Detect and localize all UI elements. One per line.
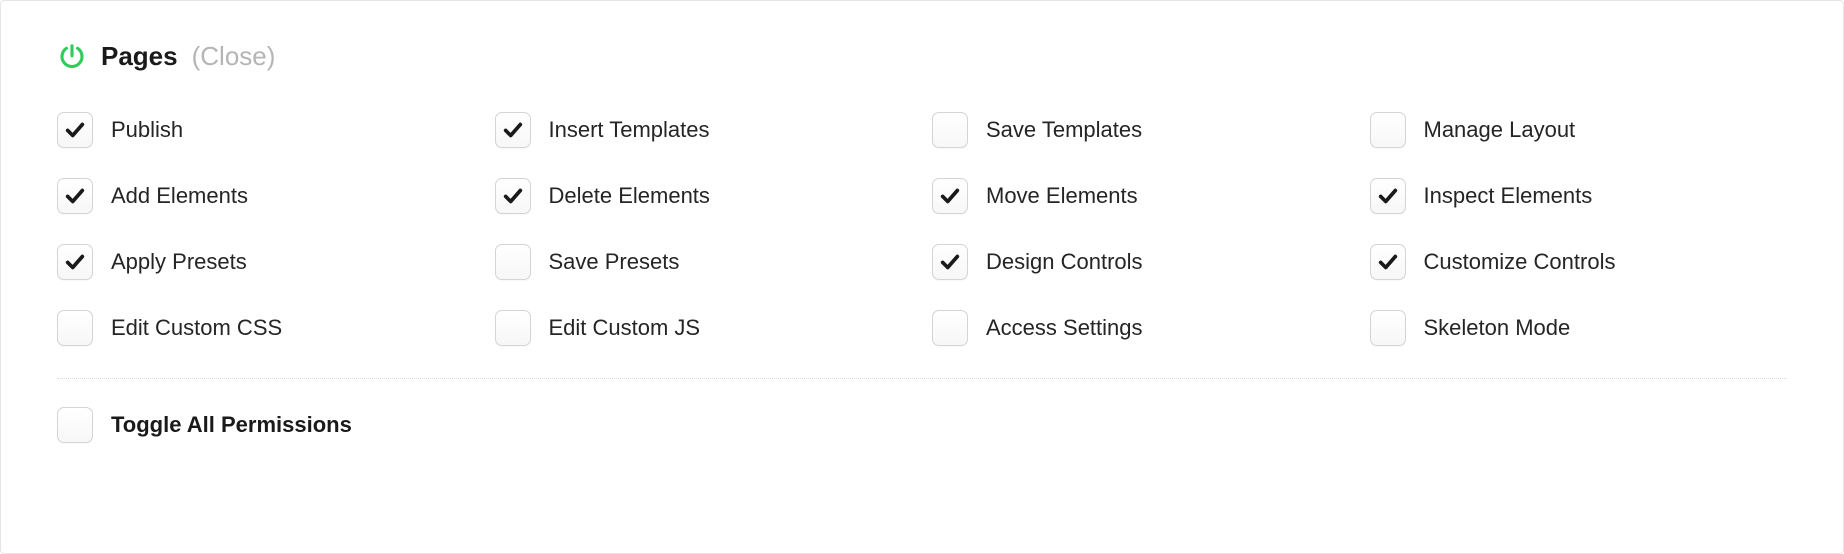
permission-item: Apply Presets bbox=[57, 244, 475, 280]
permission-checkbox[interactable] bbox=[57, 112, 93, 148]
permission-checkbox[interactable] bbox=[1370, 178, 1406, 214]
permission-label: Edit Custom JS bbox=[549, 315, 701, 341]
permission-checkbox[interactable] bbox=[1370, 244, 1406, 280]
permission-checkbox[interactable] bbox=[932, 112, 968, 148]
permission-checkbox[interactable] bbox=[57, 178, 93, 214]
permission-checkbox[interactable] bbox=[1370, 112, 1406, 148]
permission-item: Edit Custom CSS bbox=[57, 310, 475, 346]
permission-label: Customize Controls bbox=[1424, 249, 1616, 275]
permission-item: Skeleton Mode bbox=[1370, 310, 1788, 346]
permission-checkbox[interactable] bbox=[57, 244, 93, 280]
permission-item: Inspect Elements bbox=[1370, 178, 1788, 214]
permission-label: Edit Custom CSS bbox=[111, 315, 282, 341]
permission-item: Customize Controls bbox=[1370, 244, 1788, 280]
permission-checkbox[interactable] bbox=[932, 310, 968, 346]
permission-item: Insert Templates bbox=[495, 112, 913, 148]
permission-item: Delete Elements bbox=[495, 178, 913, 214]
permission-label: Delete Elements bbox=[549, 183, 710, 209]
permission-label: Manage Layout bbox=[1424, 117, 1576, 143]
permission-item: Save Templates bbox=[932, 112, 1350, 148]
permission-label: Add Elements bbox=[111, 183, 248, 209]
permission-label: Apply Presets bbox=[111, 249, 247, 275]
permission-checkbox[interactable] bbox=[57, 310, 93, 346]
permission-label: Skeleton Mode bbox=[1424, 315, 1571, 341]
panel-title: Pages bbox=[101, 41, 178, 72]
permission-item: Publish bbox=[57, 112, 475, 148]
permission-label: Save Presets bbox=[549, 249, 680, 275]
permission-label: Design Controls bbox=[986, 249, 1143, 275]
permission-item: Access Settings bbox=[932, 310, 1350, 346]
permission-item: Move Elements bbox=[932, 178, 1350, 214]
permission-checkbox[interactable] bbox=[495, 178, 531, 214]
permission-label: Save Templates bbox=[986, 117, 1142, 143]
permission-item: Manage Layout bbox=[1370, 112, 1788, 148]
permission-checkbox[interactable] bbox=[495, 244, 531, 280]
permissions-grid: Publish Insert Templates Save Templates Man… bbox=[57, 112, 1787, 346]
permissions-panel: Pages (Close) Publish Insert Templates Sav… bbox=[0, 0, 1844, 554]
divider bbox=[57, 378, 1787, 379]
panel-header: Pages (Close) bbox=[57, 41, 1787, 72]
toggle-all-checkbox[interactable] bbox=[57, 407, 93, 443]
permission-checkbox[interactable] bbox=[932, 244, 968, 280]
permission-checkbox[interactable] bbox=[1370, 310, 1406, 346]
permission-label: Move Elements bbox=[986, 183, 1138, 209]
toggle-all-label: Toggle All Permissions bbox=[111, 412, 352, 438]
permission-item: Design Controls bbox=[932, 244, 1350, 280]
permission-checkbox[interactable] bbox=[495, 112, 531, 148]
permission-label: Inspect Elements bbox=[1424, 183, 1593, 209]
permission-item: Edit Custom JS bbox=[495, 310, 913, 346]
permission-checkbox[interactable] bbox=[932, 178, 968, 214]
power-icon bbox=[57, 42, 87, 72]
toggle-all-row: Toggle All Permissions bbox=[57, 407, 1787, 443]
permission-item: Add Elements bbox=[57, 178, 475, 214]
permission-checkbox[interactable] bbox=[495, 310, 531, 346]
permission-label: Access Settings bbox=[986, 315, 1143, 341]
permission-label: Insert Templates bbox=[549, 117, 710, 143]
permission-label: Publish bbox=[111, 117, 183, 143]
close-link[interactable]: (Close) bbox=[192, 41, 276, 72]
permission-item: Save Presets bbox=[495, 244, 913, 280]
